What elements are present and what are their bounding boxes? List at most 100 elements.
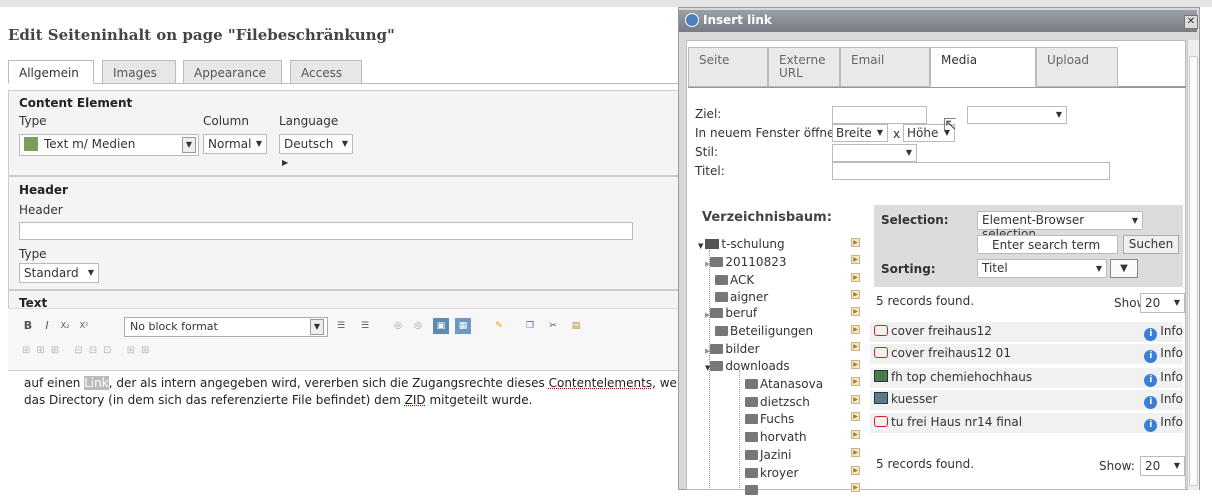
scrollbar-thumb[interactable]: [1189, 56, 1198, 486]
breite-select[interactable]: Breite ▼: [832, 124, 888, 142]
info-button[interactable]: i Info: [1144, 370, 1183, 387]
cut-icon[interactable]: ✂: [545, 318, 561, 334]
close-icon[interactable]: ✕: [1184, 15, 1198, 29]
suchen-button[interactable]: Suchen: [1123, 235, 1179, 254]
select-folder-arrow-icon[interactable]: ▶: [851, 342, 860, 351]
select-folder-arrow-icon[interactable]: ▶: [851, 430, 860, 439]
sorting-select[interactable]: Titel ▼: [977, 259, 1107, 278]
sort-direction-button[interactable]: ▼: [1110, 259, 1138, 278]
tree-item[interactable]: ▶ bilder: [705, 342, 760, 356]
tree-item[interactable]: horvath: [745, 430, 807, 444]
type-select[interactable]: Text m/ Medien ▼: [19, 134, 199, 156]
folder-icon: [745, 450, 758, 460]
select-folder-arrow-icon[interactable]: ▶: [851, 290, 860, 299]
select-folder-arrow-icon[interactable]: ▶: [851, 238, 860, 247]
link-icon[interactable]: ◎: [390, 318, 406, 334]
unlink-icon[interactable]: ◎: [410, 318, 426, 334]
file-name[interactable]: kuesser: [891, 392, 937, 406]
brush-icon[interactable]: ✎: [491, 318, 507, 334]
info-button[interactable]: i Info: [1144, 324, 1183, 341]
info-button[interactable]: i Info: [1144, 415, 1183, 432]
file-name[interactable]: tu frei Haus nr14 final: [891, 415, 1022, 429]
tree-item[interactable]: ▶ beruf: [705, 306, 757, 320]
chevron-down-icon[interactable]: ▼: [310, 319, 324, 335]
records-found-footer: 5 records found.: [876, 457, 975, 471]
table-icon[interactable]: ▦: [455, 318, 471, 334]
stil-select[interactable]: ▼: [832, 144, 917, 162]
unordered-list-icon[interactable]: ☰: [357, 318, 373, 334]
tab-externe-url[interactable]: Externe URL: [768, 47, 840, 87]
select-folder-arrow-icon[interactable]: ▶: [851, 325, 860, 334]
tree-item[interactable]: Beteiligungen: [715, 324, 813, 338]
rte-body[interactable]: auf einen Link, der als intern angegeben…: [8, 370, 692, 490]
select-folder-arrow-icon[interactable]: ▶: [851, 255, 860, 264]
header-input[interactable]: [19, 222, 633, 240]
tree-item[interactable]: ▶ 20110823: [705, 255, 786, 269]
tree-item[interactable]: Fuchs: [745, 412, 794, 426]
file-row[interactable]: fh top chemiehochhaus i Info: [870, 368, 1183, 388]
column-select[interactable]: Normal ▼: [203, 134, 267, 154]
tab-email[interactable]: Email: [840, 47, 930, 87]
image-icon[interactable]: ▣: [433, 318, 449, 334]
file-name[interactable]: cover freihaus12 01: [891, 346, 1011, 360]
selection-select[interactable]: Element-Browser selection ▼: [977, 211, 1143, 241]
select-folder-arrow-icon[interactable]: ▶: [851, 307, 860, 316]
tab-media[interactable]: Media: [930, 47, 1036, 87]
show-select[interactable]: 20 ▼: [1140, 293, 1185, 313]
tree-item[interactable]: ACK: [715, 273, 754, 287]
language-label: Language: [279, 114, 339, 128]
tree-root[interactable]: ▼ t-schulung: [698, 237, 785, 251]
show-select-footer[interactable]: 20 ▼: [1140, 456, 1185, 476]
search-input[interactable]: Enter search term: [977, 235, 1118, 254]
misspelled-word: ZID: [404, 393, 426, 407]
dialog-scrollbar[interactable]: [1187, 40, 1199, 490]
tree-item[interactable]: kroyer: [745, 466, 798, 480]
tree-item[interactable]: Jazini: [745, 448, 791, 462]
tab-images[interactable]: Images: [102, 60, 176, 84]
titel-input[interactable]: [832, 162, 1110, 180]
ziel-select[interactable]: ▼: [967, 106, 1067, 124]
select-folder-arrow-icon[interactable]: ▶: [851, 412, 860, 421]
tree-connector: [739, 370, 740, 490]
select-folder-arrow-icon[interactable]: ▶: [851, 377, 860, 386]
tree-item[interactable]: ▼ downloads: [705, 359, 790, 373]
expand-arrow-icon[interactable]: ▶: [282, 158, 288, 167]
file-row[interactable]: cover freihaus12 i Info: [870, 322, 1183, 342]
tab-seite[interactable]: Seite: [688, 47, 768, 87]
file-row[interactable]: kuesser i Info: [870, 390, 1183, 410]
copy-icon[interactable]: ❐: [522, 318, 538, 334]
tree-item[interactable]: aigner: [715, 290, 768, 304]
tab-upload[interactable]: Upload: [1036, 47, 1118, 87]
tree-item[interactable]: Atanasova: [745, 377, 823, 391]
select-folder-arrow-icon[interactable]: ▶: [851, 360, 860, 369]
language-select[interactable]: Deutsch ▼: [279, 134, 353, 154]
info-button[interactable]: i Info: [1144, 392, 1183, 409]
ziel-input[interactable]: [832, 106, 927, 124]
select-folder-arrow-icon[interactable]: ▶: [851, 483, 860, 492]
superscript-icon[interactable]: X²: [76, 318, 92, 334]
tab-access[interactable]: Access: [290, 60, 362, 84]
tab-allgemein[interactable]: Allgemein: [8, 60, 94, 84]
file-row[interactable]: cover freihaus12 01 i Info: [870, 344, 1183, 364]
file-row[interactable]: tu frei Haus nr14 final i Info: [870, 413, 1183, 433]
select-folder-arrow-icon[interactable]: ▶: [851, 395, 860, 404]
paste-icon[interactable]: ▤: [568, 318, 584, 334]
block-format-select[interactable]: No block format: [124, 317, 328, 337]
select-folder-arrow-icon[interactable]: ▶: [851, 448, 860, 457]
info-button[interactable]: i Info: [1144, 346, 1183, 363]
subscript-icon[interactable]: X₂: [57, 318, 73, 334]
tree-item[interactable]: dietzsch: [745, 395, 810, 409]
select-folder-arrow-icon[interactable]: ▶: [851, 466, 860, 475]
header-type-select[interactable]: Standard ▼: [19, 263, 99, 283]
file-name[interactable]: cover freihaus12: [891, 324, 992, 338]
language-select-value: Deutsch: [284, 137, 334, 151]
file-name[interactable]: fh top chemiehochhaus: [891, 370, 1032, 384]
select-folder-arrow-icon[interactable]: ▶: [851, 273, 860, 282]
chevron-down-icon: ▼: [341, 139, 348, 148]
selected-link-text[interactable]: Link: [84, 376, 109, 390]
tab-appearance[interactable]: Appearance: [183, 60, 282, 84]
tree-item-label: bilder: [725, 342, 760, 356]
ordered-list-icon[interactable]: ☰: [333, 318, 349, 334]
bold-icon[interactable]: B: [20, 318, 36, 334]
italic-icon[interactable]: I: [39, 318, 55, 334]
